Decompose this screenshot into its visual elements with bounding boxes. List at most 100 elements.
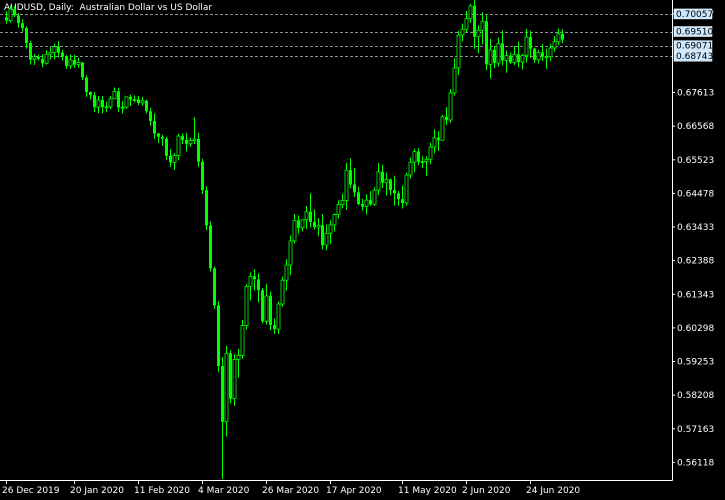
candle-body-105 <box>424 158 429 162</box>
candle-body-135 <box>544 56 549 59</box>
candle-body-43 <box>176 135 181 156</box>
candle-body-136 <box>548 47 553 58</box>
candle-body-21 <box>89 92 92 96</box>
candle-body-16 <box>68 59 73 67</box>
candle-body-55 <box>224 352 229 423</box>
x-tick-label: 26 Dec 2019 <box>2 486 60 496</box>
y-tick-label: 0.64478 <box>677 189 714 199</box>
candle-body-8 <box>37 56 40 59</box>
candle-body-49 <box>201 161 204 191</box>
candle-body-60 <box>244 285 249 326</box>
candle-body-88 <box>357 192 360 204</box>
candle-body-71 <box>288 240 293 266</box>
candle-body-54 <box>221 366 224 422</box>
candle-body-132 <box>533 48 536 60</box>
candle-body-131 <box>529 36 532 49</box>
candle-body-130 <box>524 36 529 56</box>
candle-body-25 <box>104 106 109 109</box>
candle-body-64 <box>261 290 264 322</box>
candle-body-51 <box>209 225 212 269</box>
candle-body-83 <box>336 204 341 215</box>
y-tick-label: 0.59253 <box>677 358 714 368</box>
candle-body-104 <box>420 161 425 163</box>
y-tick-label: 0.65523 <box>677 156 714 166</box>
candle-body-69 <box>280 279 285 305</box>
candle-body-14 <box>61 52 64 57</box>
candle-body-123 <box>496 43 501 64</box>
y-tick-label: 0.57163 <box>677 425 714 435</box>
candle-body-62 <box>253 276 256 280</box>
candle-body-44 <box>181 136 184 140</box>
x-tick-label: 17 Apr 2020 <box>326 486 382 496</box>
candle-body-0 <box>5 17 8 21</box>
candle-body-95 <box>384 179 389 184</box>
candle-body-36 <box>149 111 152 121</box>
candle-body-103 <box>417 151 420 162</box>
y-tick-label: 0.66568 <box>677 122 714 132</box>
candle-body-10 <box>44 53 49 64</box>
candle-body-74 <box>300 219 305 229</box>
candle-body-106 <box>428 146 433 160</box>
candle-body-117 <box>473 5 476 37</box>
candle-body-91 <box>369 200 372 205</box>
price-label: 0.69510 <box>676 28 713 38</box>
y-tick-label: 0.60298 <box>677 324 714 334</box>
candle-body-125 <box>504 55 509 61</box>
candle-body-31 <box>129 96 132 100</box>
candle-body-93 <box>376 171 381 191</box>
candle-body-109 <box>440 116 445 141</box>
candle-body-61 <box>248 275 253 287</box>
candle-body-29 <box>120 106 125 109</box>
candle-body-22 <box>93 95 96 108</box>
candle-body-128 <box>517 54 520 63</box>
candle-body-138 <box>556 33 561 43</box>
candle-body-121 <box>488 49 493 65</box>
candle-body-32 <box>132 99 137 101</box>
candle-body-116 <box>468 5 473 20</box>
candle-body-101 <box>408 161 413 176</box>
candle-body-115 <box>464 18 469 30</box>
candle-body-26 <box>108 98 113 108</box>
candle-body-112 <box>452 67 457 94</box>
candle-body-82 <box>332 214 337 226</box>
y-tick-label: 0.62388 <box>677 257 714 267</box>
candle-body-15 <box>65 56 68 66</box>
candle-body-114 <box>460 28 465 36</box>
candle-body-79 <box>321 225 324 246</box>
candle-body-24 <box>101 100 104 108</box>
candle-body-89 <box>361 203 364 207</box>
candle-body-80 <box>324 232 329 246</box>
candle-body-77 <box>313 221 316 228</box>
candle-body-85 <box>344 169 349 201</box>
candle-body-97 <box>393 190 396 194</box>
candle-body-9 <box>41 58 44 64</box>
candle-body-122 <box>493 49 496 64</box>
price-label: 0.68743 <box>676 52 713 62</box>
price-chart[interactable]: 0.70057 0.67613 0.66568 0.65523 0.64478 0.634… <box>0 0 725 500</box>
x-tick-label: 26 Mar 2020 <box>262 486 319 496</box>
candle-body-72 <box>292 219 297 242</box>
candle-body-1 <box>8 8 13 21</box>
candle-body-107 <box>432 137 437 148</box>
candle-body-2 <box>13 9 16 16</box>
candle-body-63 <box>257 279 260 291</box>
candle-body-59 <box>240 325 245 356</box>
candle-body-70 <box>284 264 289 281</box>
candle-body-28 <box>117 91 120 108</box>
candle-body-6 <box>29 43 32 60</box>
candle-body-94 <box>381 171 384 183</box>
candle-body-67 <box>273 324 276 330</box>
candle-body-7 <box>32 56 37 60</box>
x-tick-label: 11 Feb 2020 <box>134 486 190 496</box>
y-tick-label: 0.58208 <box>677 391 714 401</box>
candle-body-119 <box>480 20 485 31</box>
y-tick-label: 0.63433 <box>677 223 714 233</box>
candle-body-56 <box>229 353 232 399</box>
candle-body-87 <box>353 184 356 193</box>
candle-body-19 <box>81 62 84 78</box>
candle-body-57 <box>232 358 237 400</box>
candle-body-133 <box>536 52 541 61</box>
candle-body-100 <box>404 174 409 204</box>
candle-body-111 <box>448 92 453 121</box>
candle-body-76 <box>309 211 312 222</box>
